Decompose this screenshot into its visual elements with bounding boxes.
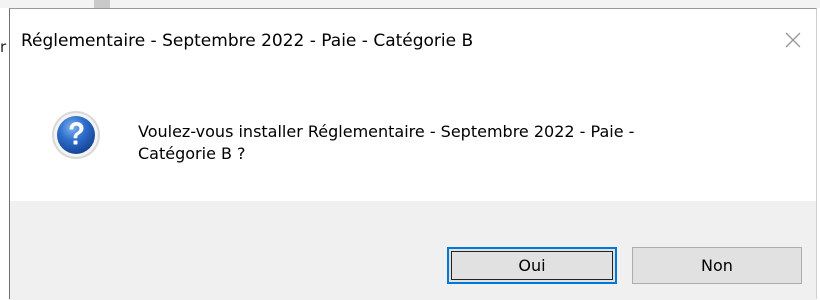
- dialog-message: Voulez-vous installer Réglementaire - Se…: [138, 121, 778, 165]
- question-icon: [52, 111, 100, 159]
- underlying-window-edge: [0, 0, 820, 8]
- underlying-window-text: r: [0, 38, 7, 56]
- close-button[interactable]: [776, 23, 810, 57]
- yes-button-label: Oui: [518, 256, 546, 275]
- dialog-button-bar: Oui Non: [10, 201, 816, 300]
- close-icon: [785, 32, 801, 48]
- no-button-label: Non: [701, 256, 733, 275]
- message-line-1: Voulez-vous installer Réglementaire - Se…: [138, 122, 635, 141]
- dialog-titlebar[interactable]: Réglementaire - Septembre 2022 - Paie - …: [10, 9, 816, 71]
- message-line-2: Catégorie B ?: [138, 144, 246, 163]
- yes-button[interactable]: Oui: [447, 247, 617, 284]
- dialog-title: Réglementaire - Septembre 2022 - Paie - …: [21, 31, 474, 51]
- message-dialog: Réglementaire - Septembre 2022 - Paie - …: [9, 8, 817, 300]
- no-button[interactable]: Non: [632, 247, 802, 284]
- dialog-content: Voulez-vous installer Réglementaire - Se…: [10, 71, 816, 201]
